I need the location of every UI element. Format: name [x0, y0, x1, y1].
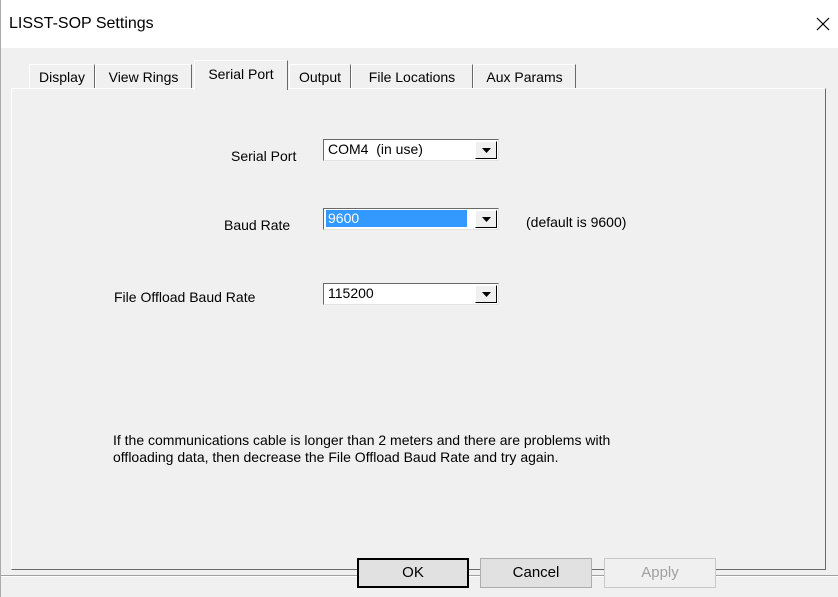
cable-length-note: If the communications cable is longer th…	[113, 432, 610, 466]
serial-port-label: Serial Port	[231, 148, 297, 164]
close-icon	[816, 17, 830, 31]
file-offload-baud-rate-dropdown-button[interactable]	[475, 285, 497, 303]
baud-rate-value: 9600	[326, 210, 467, 227]
serial-port-select[interactable]: COM4 (in use)	[323, 139, 499, 161]
tab-display[interactable]: Display	[29, 64, 95, 88]
serial-port-value: COM4 (in use)	[328, 141, 423, 157]
window-title: LISST-SOP Settings	[9, 15, 154, 32]
note-line-1: If the communications cable is longer th…	[113, 432, 611, 448]
tab-view-rings[interactable]: View Rings	[95, 64, 192, 88]
tab-serial-port[interactable]: Serial Port	[194, 60, 288, 90]
baud-rate-dropdown-button[interactable]	[475, 210, 497, 228]
serial-port-dropdown-button[interactable]	[475, 141, 497, 159]
baud-rate-default-hint: (default is 9600)	[526, 214, 627, 230]
file-offload-baud-rate-select[interactable]: 115200	[323, 283, 499, 305]
settings-dialog: LISST-SOP Settings Display View Rings Se…	[0, 0, 838, 597]
chevron-down-icon	[481, 147, 491, 153]
title-bar[interactable]: LISST-SOP Settings	[1, 0, 838, 48]
close-button[interactable]	[808, 8, 838, 40]
ok-button[interactable]: OK	[357, 558, 469, 588]
note-line-2: offloading data, then decrease the File …	[113, 449, 559, 465]
tab-aux-params[interactable]: Aux Params	[473, 64, 576, 88]
chevron-down-icon	[481, 216, 491, 222]
cancel-button[interactable]: Cancel	[480, 558, 592, 588]
baud-rate-select[interactable]: 9600	[323, 208, 499, 230]
chevron-down-icon	[481, 291, 491, 297]
tab-output[interactable]: Output	[289, 64, 351, 88]
file-offload-baud-rate-value: 115200	[328, 285, 374, 301]
baud-rate-label: Baud Rate	[224, 217, 291, 233]
file-offload-baud-rate-label: File Offload Baud Rate	[114, 289, 256, 305]
tab-file-locations[interactable]: File Locations	[351, 64, 473, 88]
apply-button[interactable]: Apply	[604, 558, 716, 588]
